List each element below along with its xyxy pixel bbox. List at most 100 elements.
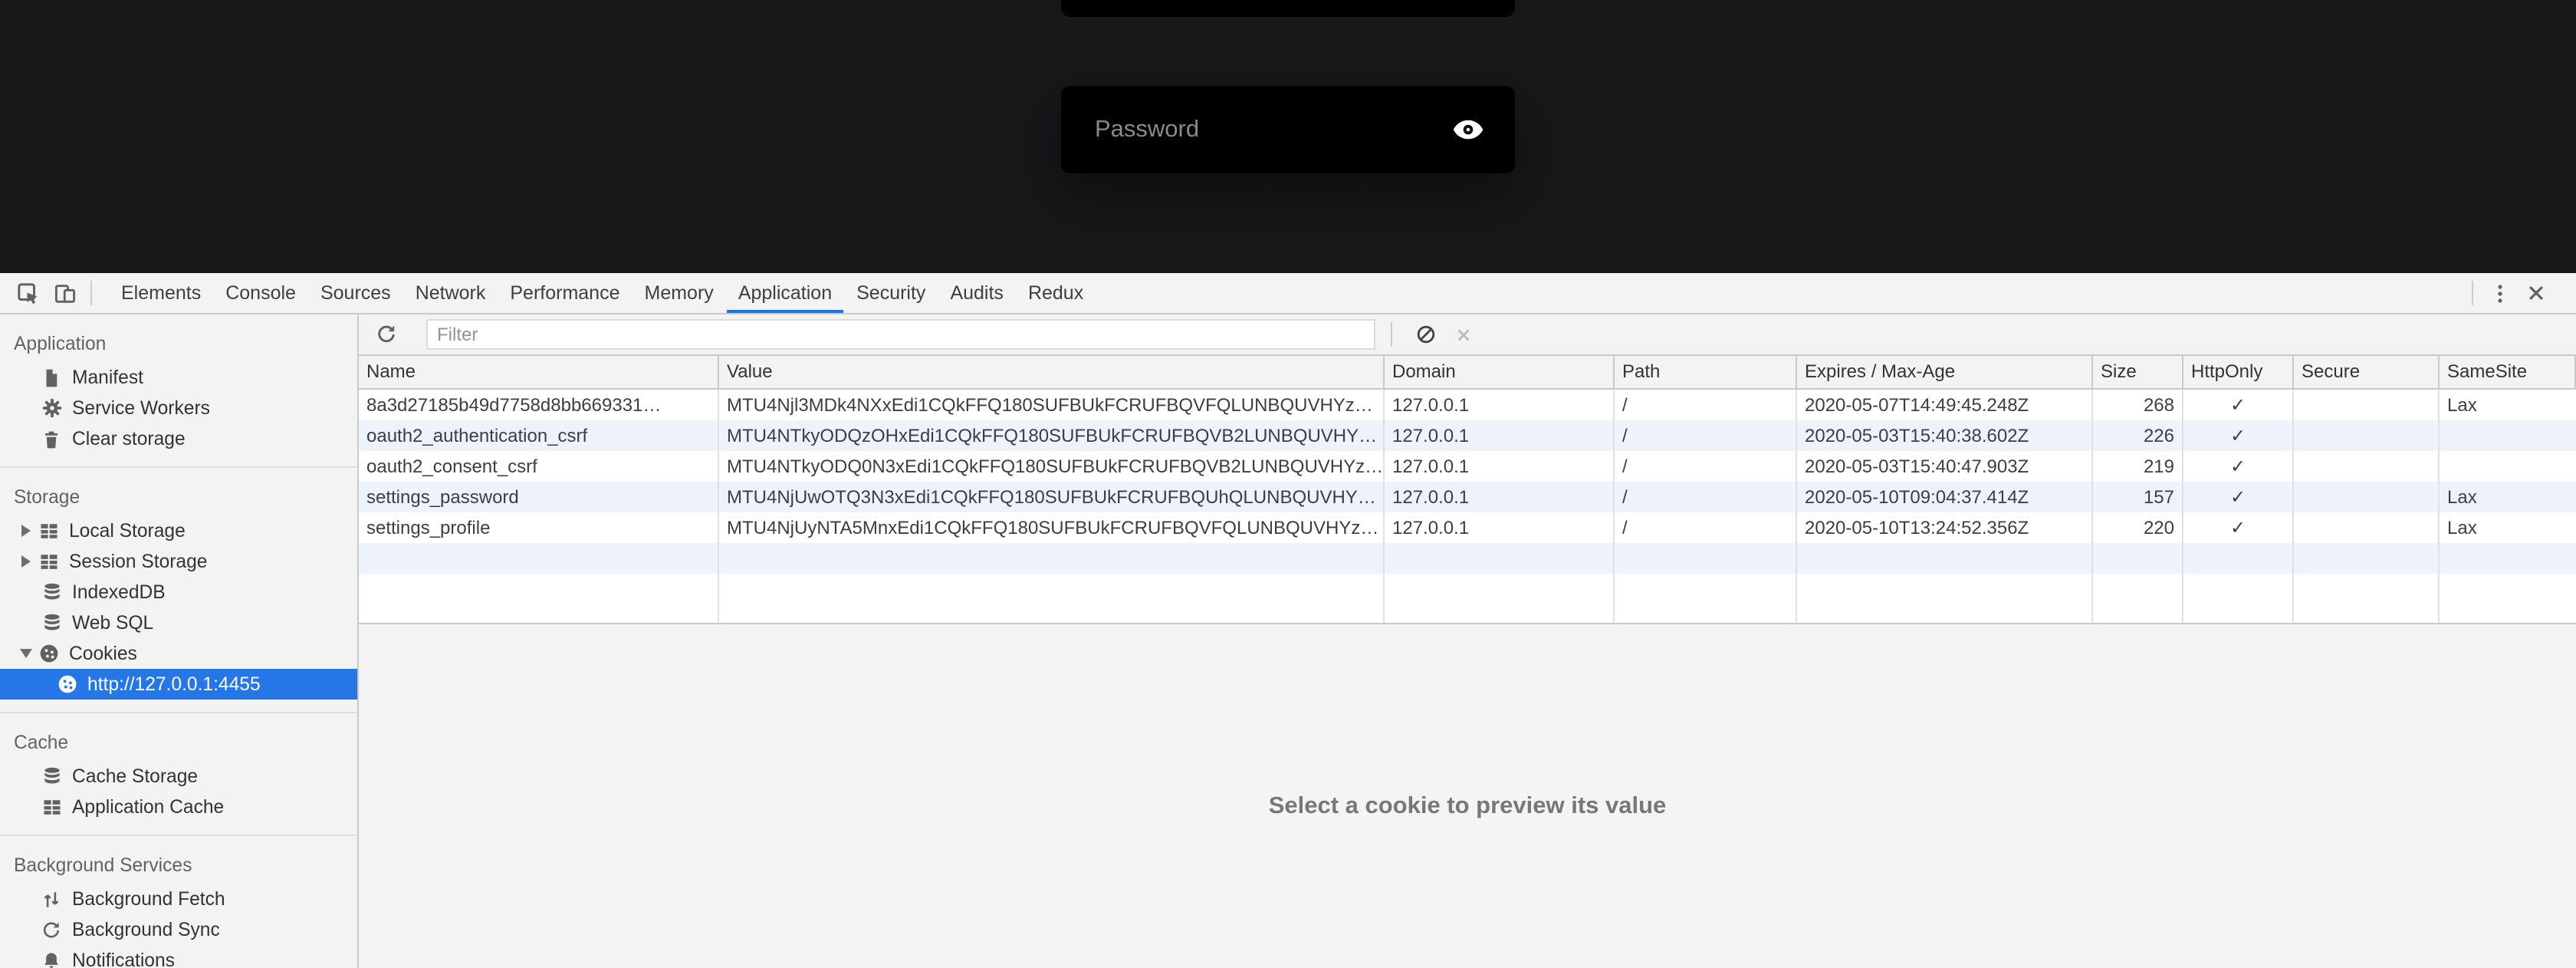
- cookie-path: /: [1615, 512, 1797, 543]
- sidebar-item-clear-storage[interactable]: Clear storage: [0, 423, 357, 454]
- table-header-row: Name Value Domain Path Expires / Max-Age…: [359, 356, 2576, 390]
- sidebar-item-cache-storage[interactable]: Cache Storage: [0, 761, 357, 792]
- sidebar-item-label: Cache Storage: [72, 766, 198, 787]
- cookie-value: MTU4NTkyODQzOHxEdi1CQkFFQ180SUFBUkFCRUFB…: [719, 420, 1385, 451]
- sidebar-item-background-sync[interactable]: Background Sync: [0, 914, 357, 945]
- table-row[interactable]: settings_password MTU4NjUwOTQ3N3xEdi1CQk…: [359, 482, 2576, 512]
- cookie-name: oauth2_authentication_csrf: [359, 420, 719, 451]
- database-icon: [40, 581, 63, 604]
- device-toolbar-icon[interactable]: [46, 275, 83, 311]
- sidebar-item-cookies[interactable]: Cookies: [0, 638, 357, 669]
- tab-security[interactable]: Security: [844, 273, 938, 313]
- cookie-samesite: [2440, 420, 2576, 451]
- column-header-path[interactable]: Path: [1615, 356, 1797, 390]
- collapse-arrow-icon[interactable]: [15, 649, 37, 658]
- block-icon[interactable]: [1408, 316, 1444, 353]
- sidebar-item-indexeddb[interactable]: IndexedDB: [0, 577, 357, 607]
- sidebar-item-label: IndexedDB: [72, 581, 166, 603]
- cookie-samesite: [2440, 451, 2576, 482]
- column-header-expires[interactable]: Expires / Max-Age: [1797, 356, 2093, 390]
- tab-redux[interactable]: Redux: [1016, 273, 1096, 313]
- sidebar-item-background-fetch[interactable]: Background Fetch: [0, 884, 357, 914]
- tab-sources[interactable]: Sources: [308, 273, 403, 313]
- cookie-domain: 127.0.0.1: [1385, 420, 1615, 451]
- sidebar-item-cookies-origin[interactable]: http://127.0.0.1:4455: [0, 669, 357, 700]
- password-input[interactable]: [1092, 114, 1451, 145]
- sidebar-item-application-cache[interactable]: Application Cache: [0, 792, 357, 822]
- inspect-icon[interactable]: [9, 275, 46, 311]
- tab-audits[interactable]: Audits: [938, 273, 1016, 313]
- tab-performance[interactable]: Performance: [498, 273, 632, 313]
- column-header-samesite[interactable]: SameSite: [2440, 356, 2576, 390]
- close-icon[interactable]: [2518, 275, 2555, 311]
- eye-icon[interactable]: [1451, 113, 1484, 147]
- password-field-container: [1061, 86, 1515, 173]
- cookie-size: 220: [2093, 512, 2183, 543]
- sidebar-item-service-workers[interactable]: Service Workers: [0, 393, 357, 423]
- table-row[interactable]: oauth2_authentication_csrf MTU4NTkyODQzO…: [359, 420, 2576, 451]
- sidebar-item-notifications[interactable]: Notifications: [0, 945, 357, 968]
- cookie-path: /: [1615, 390, 1797, 420]
- table-icon: [40, 795, 63, 818]
- sidebar-item-local-storage[interactable]: Local Storage: [0, 515, 357, 546]
- cookie-secure: [2294, 482, 2440, 512]
- tab-memory[interactable]: Memory: [632, 273, 726, 313]
- cookie-httponly: ✓: [2183, 390, 2294, 420]
- cookie-httponly: ✓: [2183, 451, 2294, 482]
- sidebar-item-label: Clear storage: [72, 428, 186, 449]
- kebab-menu-icon[interactable]: [2481, 275, 2518, 311]
- tab-elements[interactable]: Elements: [109, 273, 213, 313]
- cookie-value: MTU4NjUwOTQ3N3xEdi1CQkFFQ180SUFBUkFCRUFB…: [719, 482, 1385, 512]
- cookie-value: MTU4Njl3MDk4NXxEdi1CQkFFQ180SUFBUkFCRUFB…: [719, 390, 1385, 420]
- clear-icon[interactable]: [1444, 316, 1481, 353]
- bell-icon: [40, 949, 63, 968]
- sidebar-section-storage: Storage Local Storage Session Storage In…: [0, 468, 357, 713]
- cookies-toolbar: [359, 314, 2576, 356]
- column-header-secure[interactable]: Secure: [2294, 356, 2440, 390]
- table-icon: [37, 550, 60, 573]
- sidebar-section-background-services: Background Services Background Fetch Bac…: [0, 836, 357, 968]
- cookie-name: oauth2_consent_csrf: [359, 451, 719, 482]
- cookie-expires: 2020-05-03T15:40:38.602Z: [1797, 420, 2093, 451]
- tab-application[interactable]: Application: [726, 273, 844, 313]
- empty-row[interactable]: [359, 543, 2576, 574]
- column-header-name[interactable]: Name: [359, 356, 719, 390]
- gear-icon: [40, 397, 63, 420]
- column-header-value[interactable]: Value: [719, 356, 1385, 390]
- sidebar-item-session-storage[interactable]: Session Storage: [0, 546, 357, 577]
- expand-arrow-icon[interactable]: [15, 525, 37, 537]
- expand-arrow-icon[interactable]: [15, 555, 37, 568]
- sidebar-item-label: Application Cache: [72, 796, 224, 818]
- refresh-icon[interactable]: [368, 316, 405, 353]
- sidebar-item-label: Local Storage: [69, 520, 186, 542]
- sidebar-item-label: Cookies: [69, 643, 137, 664]
- text-field-partial[interactable]: [1061, 0, 1515, 17]
- sidebar-item-label: Web SQL: [72, 612, 153, 634]
- sidebar-item-label: Background Fetch: [72, 888, 225, 910]
- devtools-toolbar: Elements Console Sources Network Perform…: [0, 273, 2576, 314]
- cookie-size: 226: [2093, 420, 2183, 451]
- column-header-domain[interactable]: Domain: [1385, 356, 1615, 390]
- cookie-expires: 2020-05-10T09:04:37.414Z: [1797, 482, 2093, 512]
- section-title: Background Services: [0, 851, 357, 884]
- cookie-path: /: [1615, 451, 1797, 482]
- sidebar-item-web-sql[interactable]: Web SQL: [0, 607, 357, 638]
- table-row[interactable]: settings_profile MTU4NjUyNTA5MnxEdi1CQkF…: [359, 512, 2576, 543]
- sidebar-item-manifest[interactable]: Manifest: [0, 362, 357, 393]
- application-sidebar: Application Manifest Service Workers Cle…: [0, 314, 359, 968]
- sidebar-item-label: Manifest: [72, 367, 143, 388]
- filter-input[interactable]: [426, 319, 1375, 350]
- tab-console[interactable]: Console: [213, 273, 308, 313]
- column-header-size[interactable]: Size: [2093, 356, 2183, 390]
- table-row[interactable]: 8a3d27185b49d7758d8bb669331… MTU4Njl3MDk…: [359, 390, 2576, 420]
- table-filler: [359, 574, 2576, 623]
- tab-network[interactable]: Network: [403, 273, 498, 313]
- cookie-path: /: [1615, 420, 1797, 451]
- preview-placeholder-text: Select a cookie to preview its value: [1269, 793, 1667, 821]
- column-header-httponly[interactable]: HttpOnly: [2183, 356, 2294, 390]
- table-row[interactable]: oauth2_consent_csrf MTU4NTkyODQ0N3xEdi1C…: [359, 451, 2576, 482]
- divider: [1391, 322, 1392, 347]
- table-icon: [37, 519, 60, 542]
- file-icon: [40, 366, 63, 389]
- cookies-panel: Name Value Domain Path Expires / Max-Age…: [359, 314, 2576, 968]
